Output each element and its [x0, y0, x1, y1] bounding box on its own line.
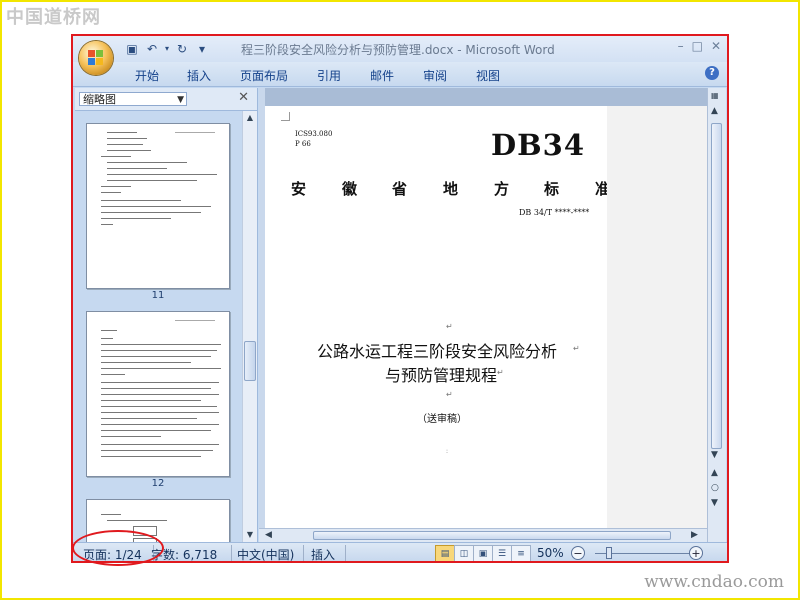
paragraph-mark: ↵ [446, 322, 453, 331]
margin-mark [281, 112, 290, 121]
minimize-icon[interactable]: – [678, 39, 684, 53]
divider [345, 545, 346, 561]
print-layout-icon[interactable]: ▤ [435, 545, 455, 561]
issuer-char: 方 [494, 180, 510, 198]
thumbnail-pane-header: 缩略图 ▼ ✕ [75, 88, 257, 111]
scroll-down-icon[interactable]: ▼ [711, 450, 718, 460]
nav-view-label: 缩略图 [83, 93, 116, 106]
page-count[interactable]: 页面: 1/24 [83, 546, 142, 561]
maximize-icon[interactable]: □ [692, 39, 703, 53]
paragraph-mark: ↵ [497, 368, 504, 377]
p-code: P 66 [295, 140, 311, 148]
window-title: 程三阶段安全风险分析与预防管理.docx - Microsoft Word [241, 43, 555, 57]
view-buttons: ▤ ◫ ▣ ☰ ≡ [435, 545, 531, 561]
ruler-toggle-icon[interactable]: ▦ [711, 91, 719, 100]
tab-home[interactable]: 开始 [135, 67, 159, 84]
save-icon[interactable]: ▣ [123, 41, 141, 57]
language[interactable]: 中文(中国) [237, 546, 294, 561]
document-title-line1: 公路水运工程三阶段安全风险分析 [317, 342, 558, 361]
thumbnail-page-13[interactable] [86, 499, 230, 542]
undo-icon[interactable]: ↶ [143, 41, 161, 57]
document-area: ICS93.080 P 66 DB34 安 徽 省 地 方 标 准 DB 34/… [259, 88, 707, 528]
thumbnail-page-12[interactable] [86, 311, 230, 477]
scrollbar-thumb[interactable] [711, 123, 722, 449]
issuer-char: 地 [443, 180, 459, 198]
paragraph-mark: ↵ [446, 390, 453, 399]
document-page[interactable]: ICS93.080 P 66 DB34 安 徽 省 地 方 标 准 DB 34/… [265, 106, 610, 528]
scroll-down-icon[interactable]: ▼ [244, 529, 256, 541]
standard-number: DB 34/T ****-**** [519, 208, 590, 217]
scroll-up-icon[interactable]: ▲ [711, 106, 718, 116]
nav-view-select[interactable]: 缩略图 ▼ [79, 92, 187, 106]
watermark-bottom: www.cndao.com [644, 572, 784, 592]
watermark-top: 中国道桥网 [6, 7, 101, 28]
tab-insert[interactable]: 插入 [187, 67, 211, 84]
zoom-slider-handle[interactable] [606, 547, 612, 559]
close-icon[interactable]: ✕ [711, 39, 721, 53]
document-vertical-scrollbar[interactable]: ▦ ▲ ▼ ▲ ○ ▼ [707, 88, 726, 542]
office-logo-icon [88, 50, 104, 66]
chevron-down-icon: ▼ [177, 95, 184, 105]
scrollbar-thumb[interactable] [244, 341, 256, 381]
thumbnail-list: 11 12 [75, 111, 241, 542]
scroll-left-icon[interactable]: ◀ [265, 530, 272, 540]
document-horizontal-scrollbar[interactable]: ◀ ▶ [259, 528, 707, 543]
divider [303, 545, 304, 561]
insert-mode[interactable]: 插入 [311, 546, 335, 561]
issuer-char: 徽 [342, 180, 358, 198]
scroll-right-icon[interactable]: ▶ [691, 530, 698, 540]
thumbnail-pane: 缩略图 ▼ ✕ 11 12 ▲ ▼ [75, 88, 258, 542]
customize-qat-button[interactable]: ▾ [193, 41, 211, 57]
outline-view-icon[interactable]: ☰ [492, 545, 512, 561]
issuer-char: 省 [392, 180, 408, 198]
draft-view-icon[interactable]: ≡ [511, 545, 531, 561]
quick-access-toolbar: ▣ ↶ ▾ ↻ ▾ [123, 40, 211, 58]
tab-references[interactable]: 引用 [317, 67, 341, 84]
thumbnail-page-11[interactable] [86, 123, 230, 289]
previous-page-icon[interactable]: ▲ [711, 468, 718, 478]
paragraph-mark: : [446, 448, 449, 455]
draft-note: （送审稿） [417, 414, 467, 425]
tab-mailings[interactable]: 邮件 [370, 67, 394, 84]
scroll-up-icon[interactable]: ▲ [244, 112, 256, 124]
tab-view[interactable]: 视图 [476, 67, 500, 84]
help-icon[interactable]: ? [705, 66, 719, 80]
redo-icon[interactable]: ↻ [173, 41, 191, 57]
zoom-in-icon[interactable]: + [689, 546, 703, 560]
paragraph-mark: ↵ [573, 344, 580, 353]
thumbnail-page-number: 12 [151, 478, 165, 489]
page-margin-area [607, 106, 707, 528]
issuer-line: 安 徽 省 地 方 标 准 [265, 178, 610, 198]
scrollbar-thumb[interactable] [313, 531, 671, 540]
next-page-icon[interactable]: ▼ [711, 498, 718, 508]
close-pane-icon[interactable]: ✕ [238, 90, 249, 105]
title-bar: ▣ ↶ ▾ ↻ ▾ 程三阶段安全风险分析与预防管理.docx - Microso… [73, 36, 727, 62]
thumbnail-page-number: 11 [151, 290, 165, 301]
word-window: ▣ ↶ ▾ ↻ ▾ 程三阶段安全风险分析与预防管理.docx - Microso… [71, 34, 729, 563]
divider [231, 545, 232, 561]
ics-code: ICS93.080 [295, 130, 333, 138]
tab-review[interactable]: 审阅 [423, 67, 447, 84]
issuer-char: 安 [291, 180, 307, 198]
status-bar: 页面: 1/24 字数: 6,718 中文(中国) 插入 ▤ ◫ ▣ ☰ ≡ 5… [73, 542, 727, 561]
thumbnail-scrollbar[interactable]: ▲ ▼ [242, 111, 257, 542]
standard-code: DB34 [491, 128, 586, 162]
word-count[interactable]: 字数: 6,718 [151, 546, 217, 561]
dropdown-icon[interactable]: ▾ [163, 41, 171, 57]
zoom-level[interactable]: 50% [537, 546, 564, 560]
select-browse-object-icon[interactable]: ○ [711, 483, 719, 493]
full-screen-reading-icon[interactable]: ◫ [454, 545, 474, 561]
ribbon-tabs: 开始 插入 页面布局 引用 邮件 审阅 视图 ? [73, 62, 727, 87]
issuer-char: 标 [544, 180, 560, 198]
document-title-line2: 与预防管理规程 [385, 366, 498, 385]
zoom-out-icon[interactable]: − [571, 546, 585, 560]
tab-page-layout[interactable]: 页面布局 [240, 67, 288, 84]
window-controls: – □ ✕ [678, 39, 721, 53]
office-button[interactable] [79, 41, 113, 75]
web-layout-icon[interactable]: ▣ [473, 545, 493, 561]
